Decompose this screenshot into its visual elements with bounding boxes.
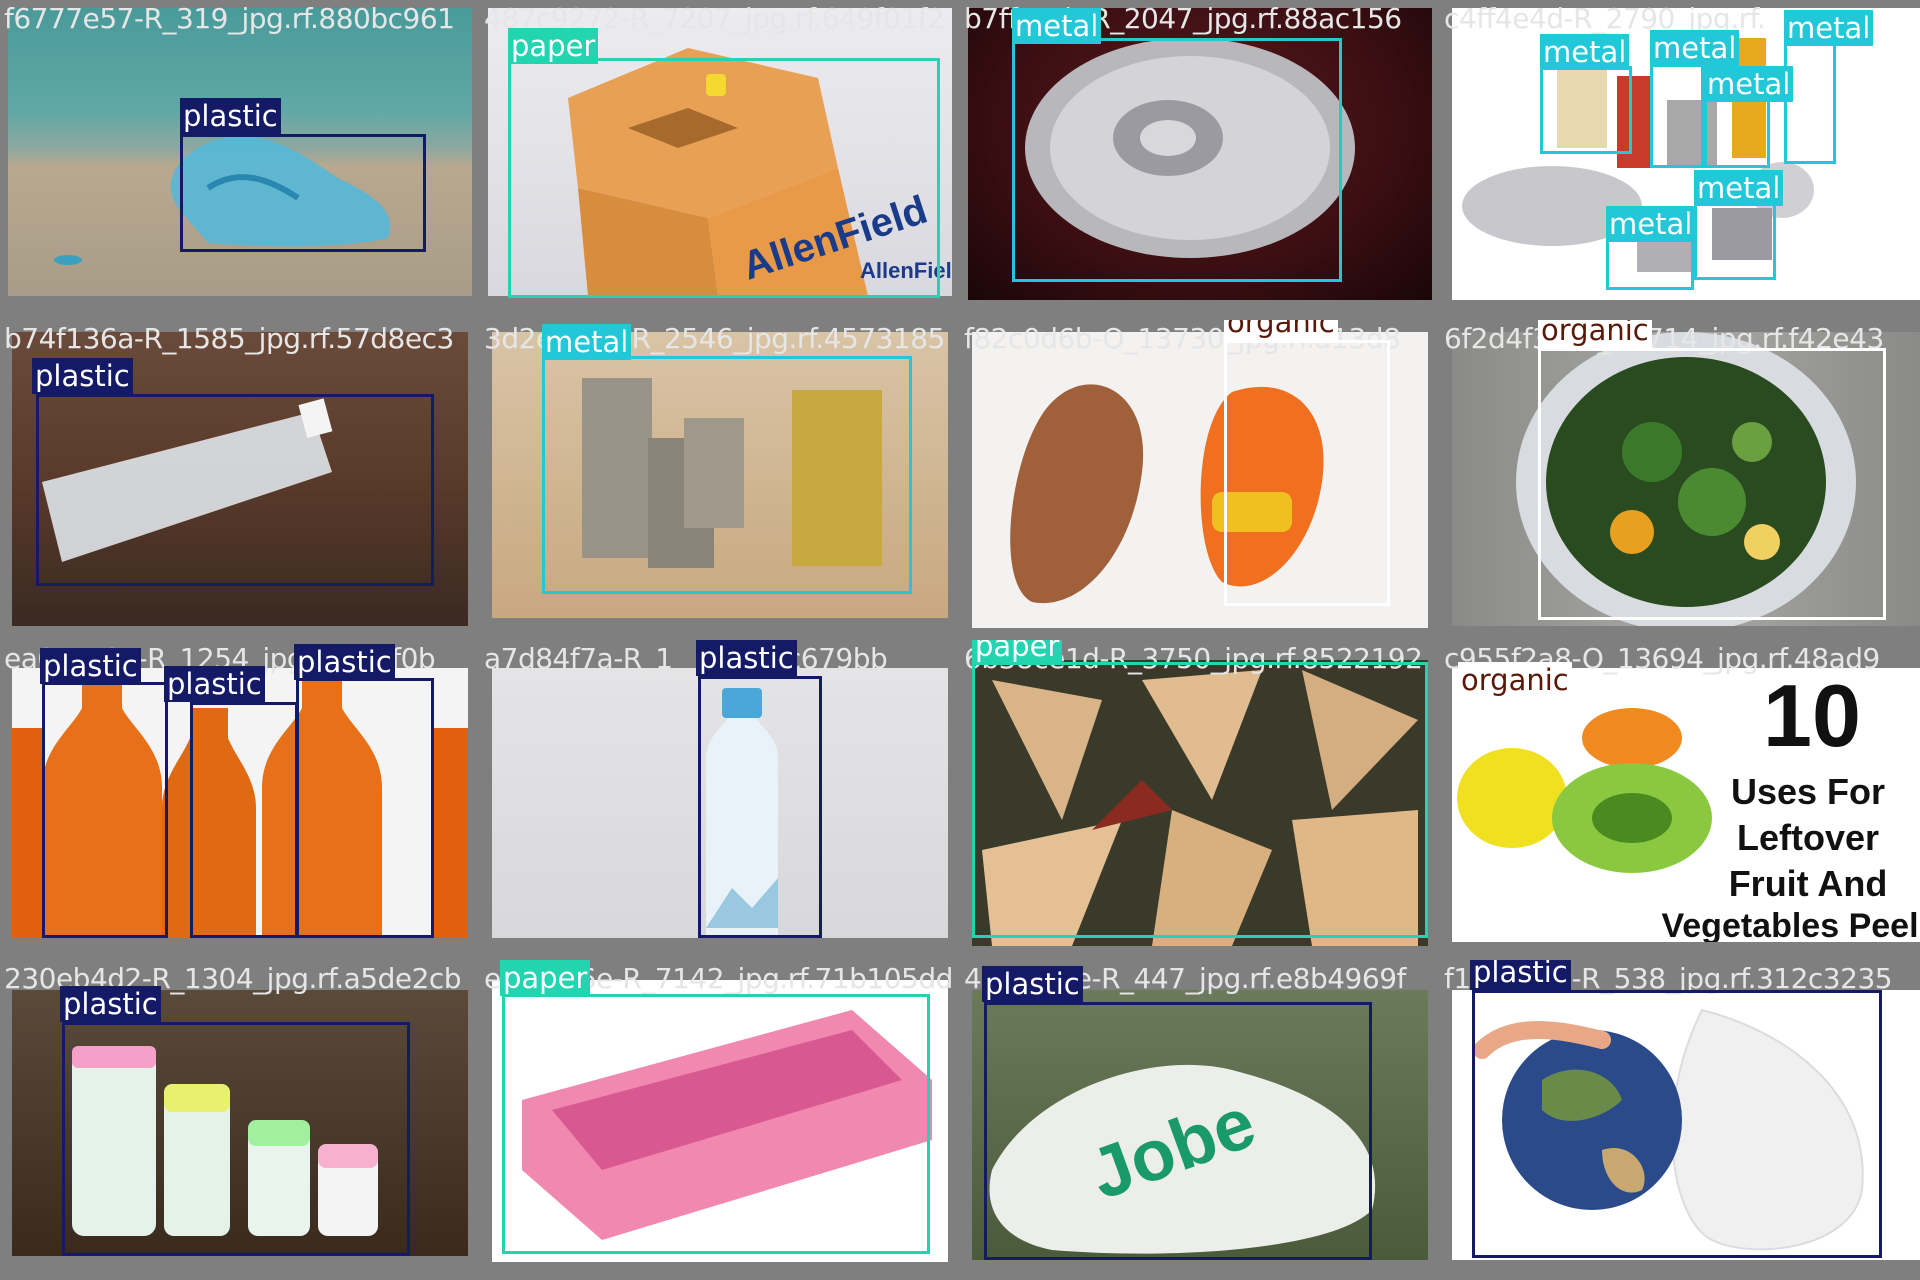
bbox-plastic bbox=[1472, 990, 1882, 1258]
class-label: metal bbox=[1012, 8, 1102, 44]
tile-4: c4ff4e4d-R_2790_jpg.rf. metal metal meta… bbox=[1440, 0, 1920, 320]
poster-line: Fruit And bbox=[1728, 863, 1888, 904]
class-label: plastic bbox=[40, 648, 141, 684]
bbox-plastic bbox=[984, 1002, 1372, 1260]
bbox-metal bbox=[1704, 96, 1770, 168]
tile-7: f82c0d6b-O_13730_jpg.rf.a13d8 organic bbox=[960, 320, 1440, 640]
file-name: a7d84f7a-R_1__jpg.rf.fc679bb bbox=[484, 642, 888, 675]
class-label: plastic bbox=[696, 640, 797, 676]
tile-14: e4a82f6e-R_7142_jpg.rf.71b105dd paper bbox=[480, 960, 960, 1280]
bbox-plastic bbox=[698, 676, 822, 938]
bbox-plastic bbox=[190, 702, 298, 938]
tile-13: 230eb4d2-R_1304_jpg.rf.a5de2cb plastic bbox=[0, 960, 480, 1280]
bbox-paper bbox=[502, 994, 930, 1254]
bbox-metal bbox=[1694, 200, 1776, 280]
bbox-metal bbox=[1540, 66, 1632, 154]
detection-mosaic: f6777e57-R_319_jpg.rf.880bc961 plastic A… bbox=[0, 0, 1920, 1280]
tile-15: Jobe 4b1c9dfe-R_447_jpg.rf.e8b4969f plas… bbox=[960, 960, 1440, 1280]
class-label: metal bbox=[1694, 170, 1784, 206]
class-label: plastic bbox=[60, 986, 161, 1022]
file-name: b74f136a-R_1585_jpg.rf.57d8ec3 bbox=[4, 322, 454, 355]
bbox-metal bbox=[1606, 236, 1694, 290]
class-label: metal bbox=[1784, 10, 1874, 46]
tile-10: a7d84f7a-R_1__jpg.rf.fc679bb plastic bbox=[480, 640, 960, 960]
bbox-metal bbox=[542, 356, 912, 594]
tile-6: 3d2e7448-R_2546_jpg.rf.4573185 metal bbox=[480, 320, 960, 640]
tile-8: 6f2d4f3e-O_13714_jpg.rf.f42e43 organic bbox=[1440, 320, 1920, 640]
class-label: paper bbox=[508, 28, 599, 64]
class-label: metal bbox=[542, 324, 632, 360]
bbox-plastic bbox=[296, 678, 434, 938]
class-label: organic bbox=[1538, 320, 1652, 348]
tile-1: f6777e57-R_319_jpg.rf.880bc961 plastic bbox=[0, 0, 480, 320]
class-label: paper bbox=[500, 960, 591, 996]
class-label: plastic bbox=[164, 666, 265, 702]
class-label: plastic bbox=[294, 644, 395, 680]
bbox-organic bbox=[1224, 340, 1390, 606]
file-name: f6777e57-R_319_jpg.rf.880bc961 bbox=[4, 2, 455, 35]
class-label: plastic bbox=[32, 358, 133, 394]
tile-5: b74f136a-R_1585_jpg.rf.57d8ec3 plastic bbox=[0, 320, 480, 640]
bbox-plastic bbox=[36, 394, 434, 586]
tile-11: 6b38ce1d-R_3750_jpg.rf.8522192 paper bbox=[960, 640, 1440, 960]
bbox-plastic bbox=[180, 134, 426, 252]
poster-line: Leftover bbox=[1736, 817, 1880, 858]
poster-line: Uses For bbox=[1730, 771, 1886, 812]
class-label: metal bbox=[1704, 66, 1794, 102]
class-label: plastic bbox=[982, 966, 1083, 1002]
tile-3: b7ffcc4b-R_2047_jpg.rf.88ac156 metal bbox=[960, 0, 1440, 320]
bbox-paper bbox=[972, 662, 1428, 938]
tile-2: AllenField AllenField 487c9272-R_7207_jp… bbox=[480, 0, 960, 320]
bbox-paper bbox=[508, 58, 940, 298]
tile-12: 10 Uses For Leftover Fruit And Vegetable… bbox=[1440, 640, 1920, 960]
class-label: metal bbox=[1606, 206, 1696, 242]
class-label: metal bbox=[1540, 34, 1630, 70]
class-label: metal bbox=[1650, 30, 1740, 66]
bbox-organic bbox=[1538, 348, 1886, 620]
class-label: paper bbox=[972, 640, 1063, 664]
poster-number: 10 bbox=[1763, 668, 1861, 765]
bbox-metal bbox=[1012, 38, 1342, 282]
class-label: plastic bbox=[1470, 960, 1571, 990]
tile-9: ea0c1a3a-R_1254_jpg.rf.463f0b plastic pl… bbox=[0, 640, 480, 960]
class-label: plastic bbox=[180, 98, 281, 134]
bbox-metal bbox=[1650, 64, 1704, 168]
bbox-metal bbox=[1784, 40, 1836, 164]
class-label: organic bbox=[1458, 662, 1572, 698]
poster-line: Vegetables Peel bbox=[1661, 907, 1919, 942]
bbox-plastic bbox=[42, 682, 168, 938]
tile-16: f1d2e3c4-R_538_jpg.rf.312c3235 plastic bbox=[1440, 960, 1920, 1280]
bbox-plastic bbox=[62, 1022, 410, 1256]
class-label: organic bbox=[1224, 320, 1338, 340]
photo-fruit-peels-poster: 10 Uses For Leftover Fruit And Vegetable… bbox=[1452, 668, 1920, 942]
